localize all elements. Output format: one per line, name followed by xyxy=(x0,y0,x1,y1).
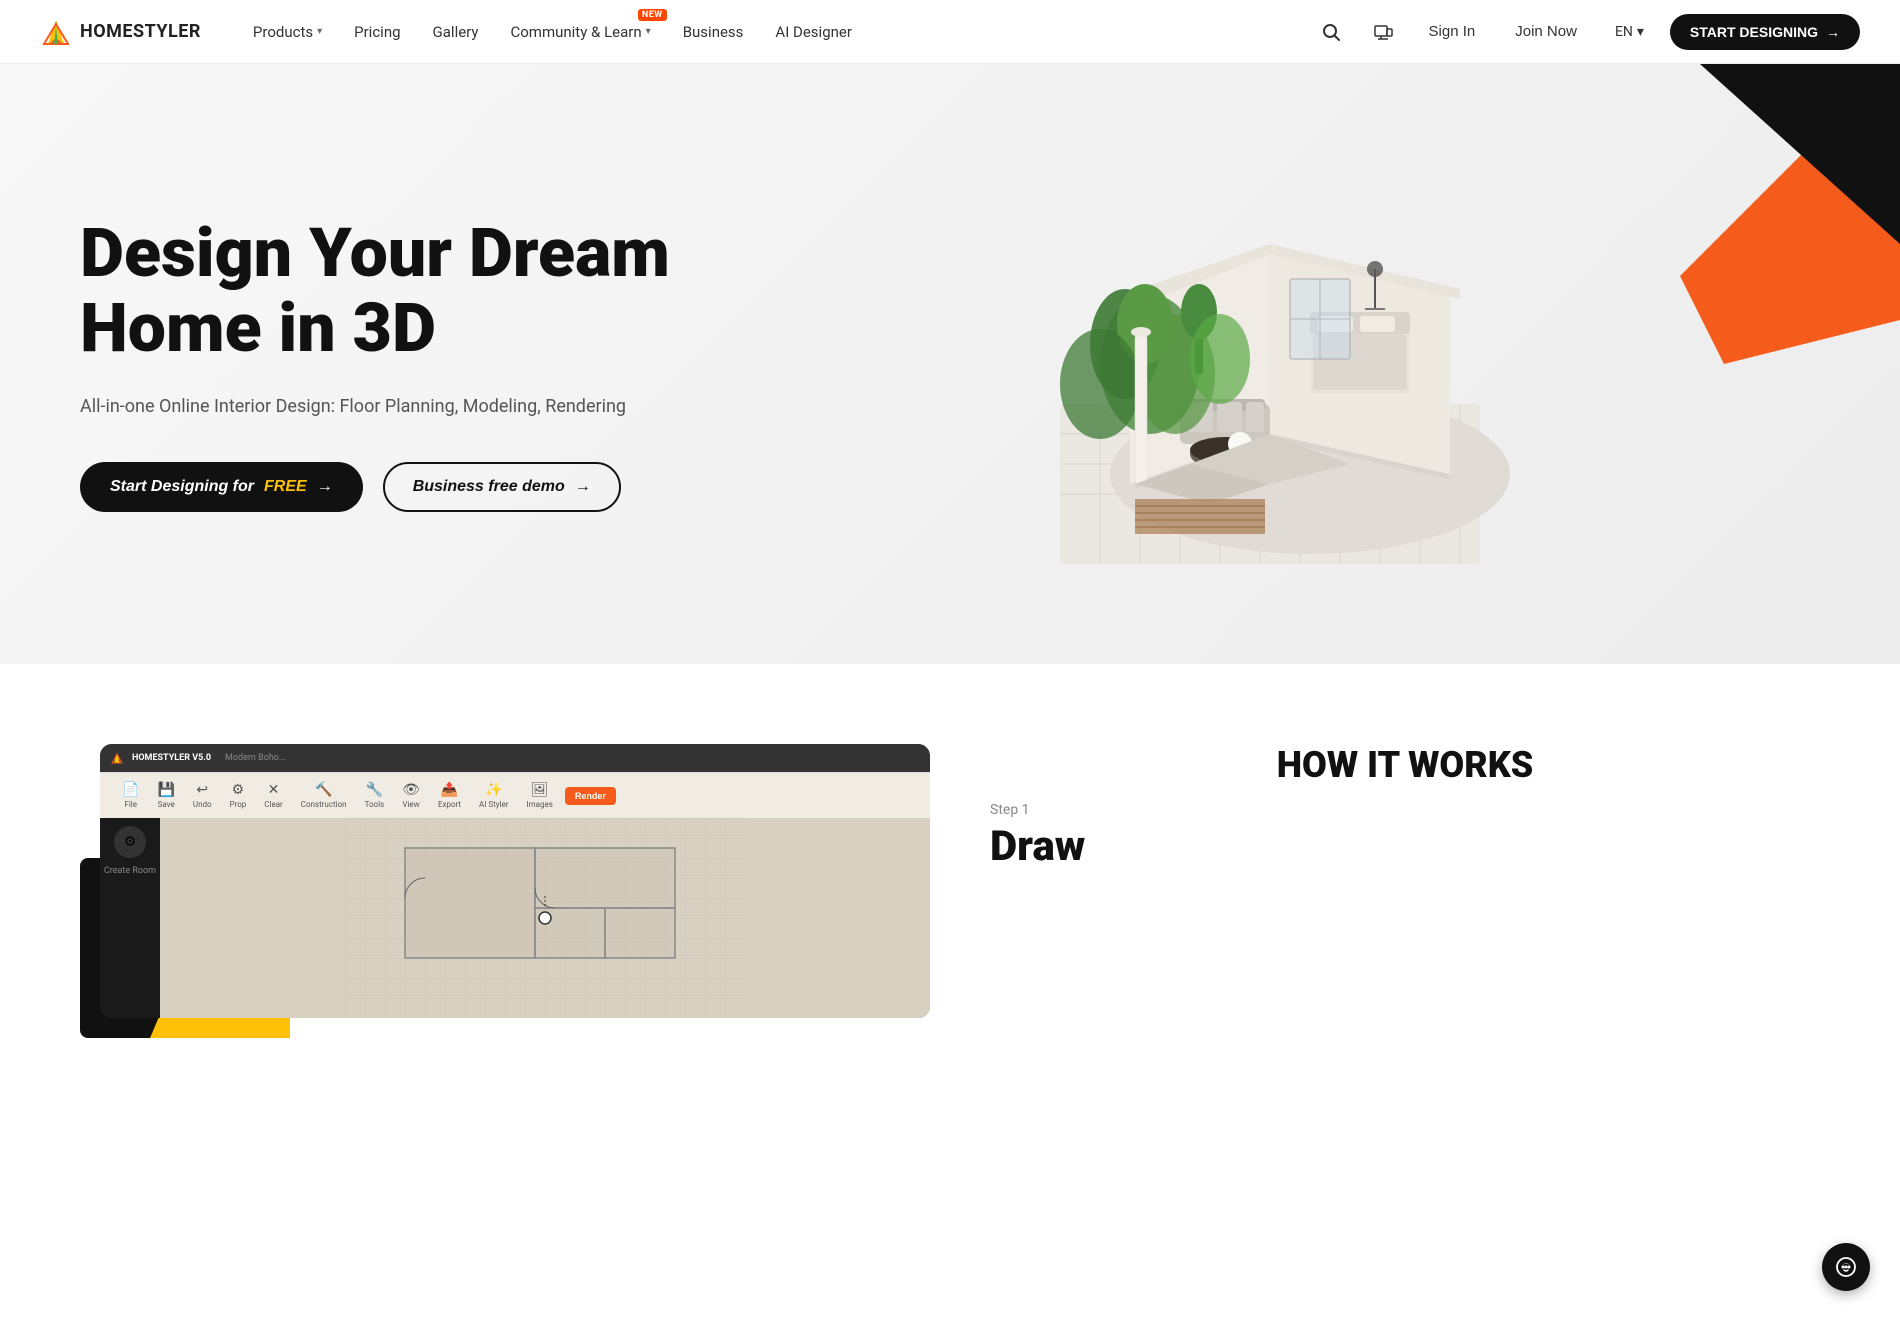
ai-styler-icon: ✨ xyxy=(485,782,502,798)
app-sidebar-gear-btn[interactable]: ⚙ xyxy=(114,826,146,858)
app-ai-styler-btn[interactable]: ✨ AI Styler xyxy=(473,779,514,812)
hero-content: Design Your Dream Home in 3D All-in-one … xyxy=(80,216,720,512)
app-view-btn[interactable]: 👁 View xyxy=(396,779,426,812)
start-designing-hero-button[interactable]: Start Designing for FREE → xyxy=(80,462,363,512)
navbar: HOMESTYLER Products ▾ Pricing Gallery Co… xyxy=(0,0,1900,64)
undo-icon: ↩ xyxy=(196,782,208,798)
hero-image-area xyxy=(720,124,1820,604)
file-icon: 📄 xyxy=(122,782,139,798)
app-file-btn[interactable]: 📄 File xyxy=(116,779,145,812)
hero-buttons: Start Designing for FREE → Business free… xyxy=(80,462,720,512)
search-button[interactable] xyxy=(1313,14,1349,50)
logo-link[interactable]: HOMESTYLER xyxy=(40,16,201,48)
house-3d-svg xyxy=(980,124,1560,604)
nav-products[interactable]: Products ▾ xyxy=(241,15,334,49)
language-selector[interactable]: EN ▾ xyxy=(1605,18,1654,46)
device-icon xyxy=(1373,22,1393,42)
floorplan-svg xyxy=(160,818,930,1018)
nav-business[interactable]: Business xyxy=(671,15,756,49)
app-export-btn[interactable]: 📤 Export xyxy=(432,779,467,812)
step-title: Draw xyxy=(990,822,1820,871)
chat-support-button[interactable] xyxy=(1822,1243,1870,1291)
nav-pricing[interactable]: Pricing xyxy=(342,15,412,49)
app-tools-btn[interactable]: 🔧 Tools xyxy=(359,779,391,812)
sign-in-button[interactable]: Sign In xyxy=(1417,15,1488,48)
app-logo-icon xyxy=(110,751,124,765)
app-images-btn[interactable]: 🖼 Images xyxy=(520,779,558,812)
chevron-down-icon-community: ▾ xyxy=(646,26,651,37)
how-it-works-section: HOMESTYLER V5.0 Modern Boho... 📄 File 💾 … xyxy=(0,664,1900,1078)
how-it-works-right: HOW IT WORKS Step 1 Draw xyxy=(990,744,1820,871)
arrow-icon-secondary: → xyxy=(575,478,591,496)
join-now-button[interactable]: Join Now xyxy=(1503,15,1589,48)
nav-right: Sign In Join Now EN ▾ START DESIGNING → xyxy=(1313,14,1860,50)
nav-links: Products ▾ Pricing Gallery Community & L… xyxy=(241,15,1313,49)
prop-icon: ⚙ xyxy=(232,782,245,798)
start-designing-nav-button[interactable]: START DESIGNING → xyxy=(1670,14,1860,50)
nav-ai-designer[interactable]: AI Designer xyxy=(763,15,864,49)
export-icon: 📤 xyxy=(441,782,458,798)
chevron-down-icon: ▾ xyxy=(317,26,322,37)
app-project-name: Modern Boho... xyxy=(225,753,286,763)
app-canvas-area: ⚙ Create Room xyxy=(100,818,930,1018)
save-icon: 💾 xyxy=(157,782,174,798)
app-main-canvas xyxy=(160,818,930,1018)
app-title: HOMESTYLER V5.0 xyxy=(132,753,211,763)
app-sidebar: ⚙ Create Room xyxy=(100,818,160,1018)
business-demo-button[interactable]: Business free demo → xyxy=(383,462,621,512)
view-icon: 👁 xyxy=(402,782,420,798)
clear-icon: ✕ xyxy=(268,782,280,798)
app-create-room-btn[interactable]: Create Room xyxy=(104,866,156,876)
app-render-btn[interactable]: Render xyxy=(565,787,616,805)
section-title: HOW IT WORKS xyxy=(990,744,1820,786)
tools-icon: 🔧 xyxy=(366,782,383,798)
chevron-down-icon-lang: ▾ xyxy=(1637,24,1644,40)
construction-icon: 🔨 xyxy=(315,782,332,798)
chat-icon xyxy=(1835,1256,1857,1278)
device-button[interactable] xyxy=(1365,14,1401,50)
images-icon: 🖼 xyxy=(531,782,549,798)
how-it-works-left: HOMESTYLER V5.0 Modern Boho... 📄 File 💾 … xyxy=(80,744,910,1038)
hero-title: Design Your Dream Home in 3D xyxy=(80,216,720,366)
app-clear-btn[interactable]: ✕ Clear xyxy=(258,779,288,812)
hero-section: Design Your Dream Home in 3D All-in-one … xyxy=(0,64,1900,664)
logo-icon xyxy=(40,16,72,48)
nav-community[interactable]: Community & Learn NEW ▾ xyxy=(498,15,662,49)
hero-subtitle: All-in-one Online Interior Design: Floor… xyxy=(80,393,720,422)
app-screenshot: HOMESTYLER V5.0 Modern Boho... 📄 File 💾 … xyxy=(100,744,930,1018)
new-badge: NEW xyxy=(638,9,667,21)
house-3d-visual xyxy=(980,124,1560,604)
arrow-icon-primary: → xyxy=(317,478,333,496)
app-prop-btn[interactable]: ⚙ Prop xyxy=(224,779,253,812)
arrow-icon: → xyxy=(1826,24,1840,40)
app-construction-btn[interactable]: 🔨 Construction xyxy=(295,779,353,812)
app-toolbar-row: 📄 File 💾 Save ↩ Undo ⚙ Prop ✕ Clear xyxy=(100,772,930,818)
nav-gallery[interactable]: Gallery xyxy=(421,15,491,49)
step-number: Step 1 xyxy=(990,802,1820,818)
app-save-btn[interactable]: 💾 Save xyxy=(151,779,180,812)
search-icon xyxy=(1321,22,1341,42)
logo-text: HOMESTYLER xyxy=(80,21,201,42)
app-undo-btn[interactable]: ↩ Undo xyxy=(187,779,218,812)
